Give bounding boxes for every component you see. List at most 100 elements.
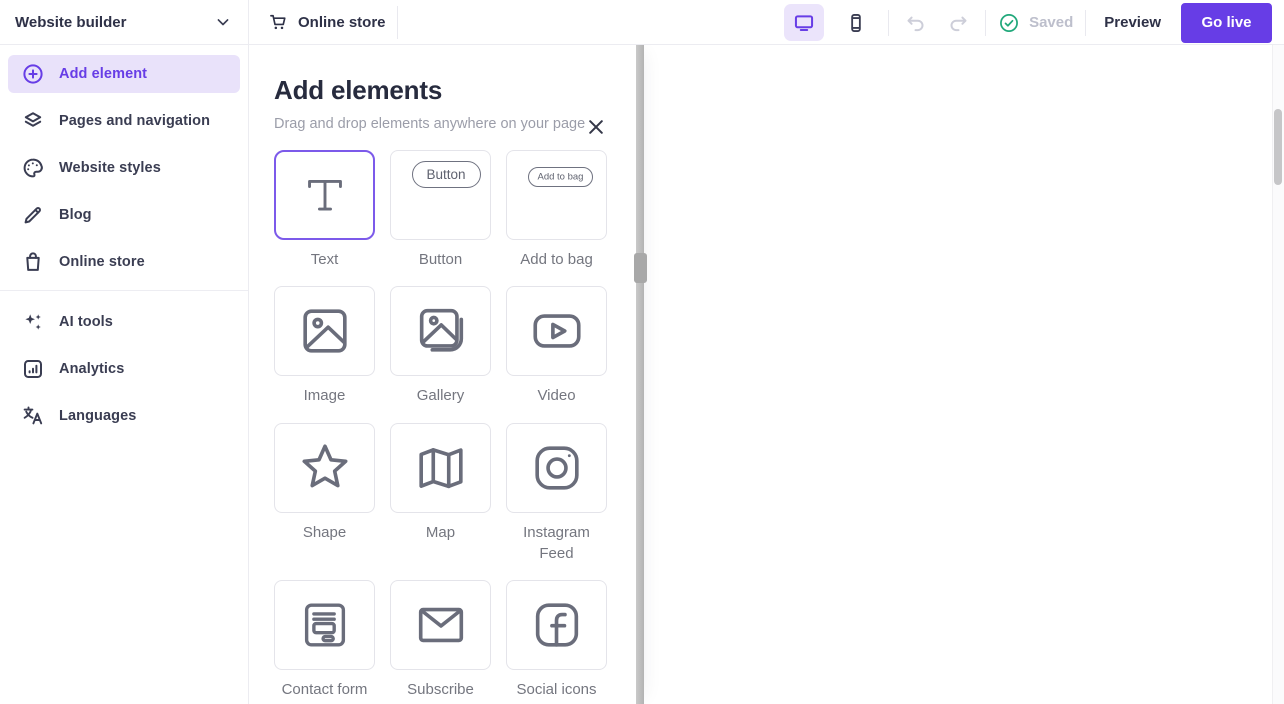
envelope-icon	[412, 596, 470, 654]
page-canvas[interactable]	[645, 45, 1272, 704]
layers-icon	[21, 109, 45, 133]
sidebar-item-label: Pages and navigation	[59, 113, 211, 129]
element-tile-box[interactable]	[274, 286, 375, 377]
element-tile-box[interactable]	[274, 422, 375, 513]
element-tile-label: Contact form	[281, 681, 368, 699]
element-tile-label: Social icons	[516, 681, 597, 699]
button-pill-small-icon: Add to bag	[527, 166, 594, 224]
saved-label: Saved	[1029, 14, 1074, 31]
sidebar-item[interactable]: Add element	[8, 55, 240, 93]
page-scrollbar-track[interactable]	[1272, 45, 1284, 704]
topbar-divider	[397, 6, 398, 39]
element-tile-label: Video	[537, 387, 576, 405]
element-tile-label: Gallery	[416, 387, 465, 405]
element-tile[interactable]: Social icons	[506, 580, 607, 700]
facebook-icon	[528, 596, 586, 654]
element-tile[interactable]: Gallery	[390, 286, 491, 406]
star-icon	[296, 439, 354, 497]
chevron-down-icon	[213, 12, 233, 32]
element-tile-box[interactable]	[390, 286, 491, 377]
element-tile[interactable]: Map	[390, 422, 491, 565]
instagram-icon	[528, 439, 586, 497]
redo-button[interactable]	[943, 8, 973, 38]
translate-icon	[21, 404, 45, 428]
element-tile[interactable]: Button Button	[390, 150, 491, 270]
element-tile-label: Button	[418, 251, 463, 268]
check-circle-icon	[998, 12, 1020, 34]
element-tile-box[interactable]	[506, 422, 607, 513]
element-tile-label: Subscribe	[407, 681, 474, 699]
sidebar-item-label: Languages	[59, 408, 137, 424]
sidebar-item[interactable]: Online store	[8, 243, 240, 281]
sidebar-item-label: Website styles	[59, 160, 161, 176]
element-tile-box[interactable]	[506, 286, 607, 377]
sidebar-item[interactable]: Pages and navigation	[8, 102, 240, 140]
image-icon	[296, 302, 354, 360]
panel-scrollbar-thumb[interactable]	[634, 253, 647, 283]
sidebar-item-label: Add element	[59, 66, 148, 82]
topbar: Website builder Online store Saved Previ…	[0, 0, 1284, 45]
element-tile-box[interactable]	[274, 580, 375, 671]
sidebar-item[interactable]: Languages	[8, 397, 240, 435]
cart-icon	[268, 12, 288, 32]
element-tile-box[interactable]: Button	[390, 150, 491, 240]
desktop-view-button[interactable]	[784, 4, 825, 41]
element-tile[interactable]: Subscribe	[390, 580, 491, 700]
element-tile-label: Add to bag	[520, 251, 593, 268]
element-tile[interactable]: Video	[506, 286, 607, 406]
palette-icon	[21, 156, 45, 180]
undo-button[interactable]	[901, 8, 931, 38]
element-tile-label: Instagram Feed	[523, 523, 590, 562]
mobile-icon	[845, 12, 867, 34]
element-tile[interactable]: Shape	[274, 422, 375, 565]
sidebar-item[interactable]: Analytics	[8, 350, 240, 388]
online-store-menu-button[interactable]: Online store	[249, 12, 386, 32]
element-tile-label: Text	[310, 251, 339, 268]
sidebar-item[interactable]: AI tools	[8, 303, 240, 341]
undo-icon	[904, 11, 928, 35]
element-tile[interactable]: Instagram Feed	[506, 422, 607, 565]
element-tile[interactable]: Contact form	[274, 580, 375, 700]
element-tile-box[interactable]: Add to bag	[506, 150, 607, 240]
topbar-actions: Saved Preview Go live	[784, 0, 1272, 45]
close-icon[interactable]	[584, 115, 608, 139]
element-tile-box[interactable]	[274, 150, 375, 240]
element-tile-label: Shape	[302, 523, 347, 541]
sidebar-item[interactable]: Blog	[8, 196, 240, 234]
element-tile-box[interactable]	[390, 580, 491, 671]
shopping-bag-icon	[21, 250, 45, 274]
sidebar-item-label: Online store	[59, 254, 145, 270]
element-tile[interactable]: Text	[274, 150, 375, 270]
panel-scrollbar-track[interactable]	[636, 45, 644, 704]
go-live-button[interactable]: Go live	[1181, 2, 1272, 43]
divider	[985, 9, 987, 36]
mobile-view-button[interactable]	[836, 4, 876, 41]
preview-button[interactable]: Preview	[1098, 14, 1167, 31]
element-tile[interactable]: Add to bag Add to bag	[506, 150, 607, 270]
element-tile-box[interactable]	[390, 422, 491, 513]
panel-subtitle: Drag and drop elements anywhere on your …	[274, 116, 586, 132]
sidebar-item[interactable]: Website styles	[8, 149, 240, 187]
desktop-icon	[793, 12, 815, 34]
contact-form-icon	[296, 596, 354, 654]
element-tile[interactable]: Image	[274, 286, 375, 406]
page-scrollbar-thumb[interactable]	[1274, 109, 1282, 185]
divider	[1085, 9, 1087, 36]
redo-icon	[946, 11, 970, 35]
element-tile-label: Image	[303, 387, 346, 405]
plus-circle-icon	[21, 62, 45, 86]
website-builder-menu[interactable]: Website builder	[0, 0, 249, 44]
save-status: Saved	[998, 12, 1073, 34]
element-tile-box[interactable]	[506, 580, 607, 671]
element-tile-label: Map	[425, 523, 456, 541]
sidebar-item-label: Blog	[59, 207, 92, 223]
pencil-icon	[21, 203, 45, 227]
website-builder-title: Website builder	[15, 13, 127, 31]
button-pill-icon: Button	[411, 161, 481, 224]
divider	[888, 9, 890, 36]
website-builder-app: Website builder Online store Saved Previ…	[0, 0, 1284, 704]
sidebar-item-label: Analytics	[59, 361, 125, 377]
online-store-label: Online store	[298, 13, 386, 31]
sidebar: Add element Pages and navigation Website…	[0, 45, 249, 704]
add-elements-panel: Add elements Drag and drop elements anyw…	[250, 45, 636, 704]
